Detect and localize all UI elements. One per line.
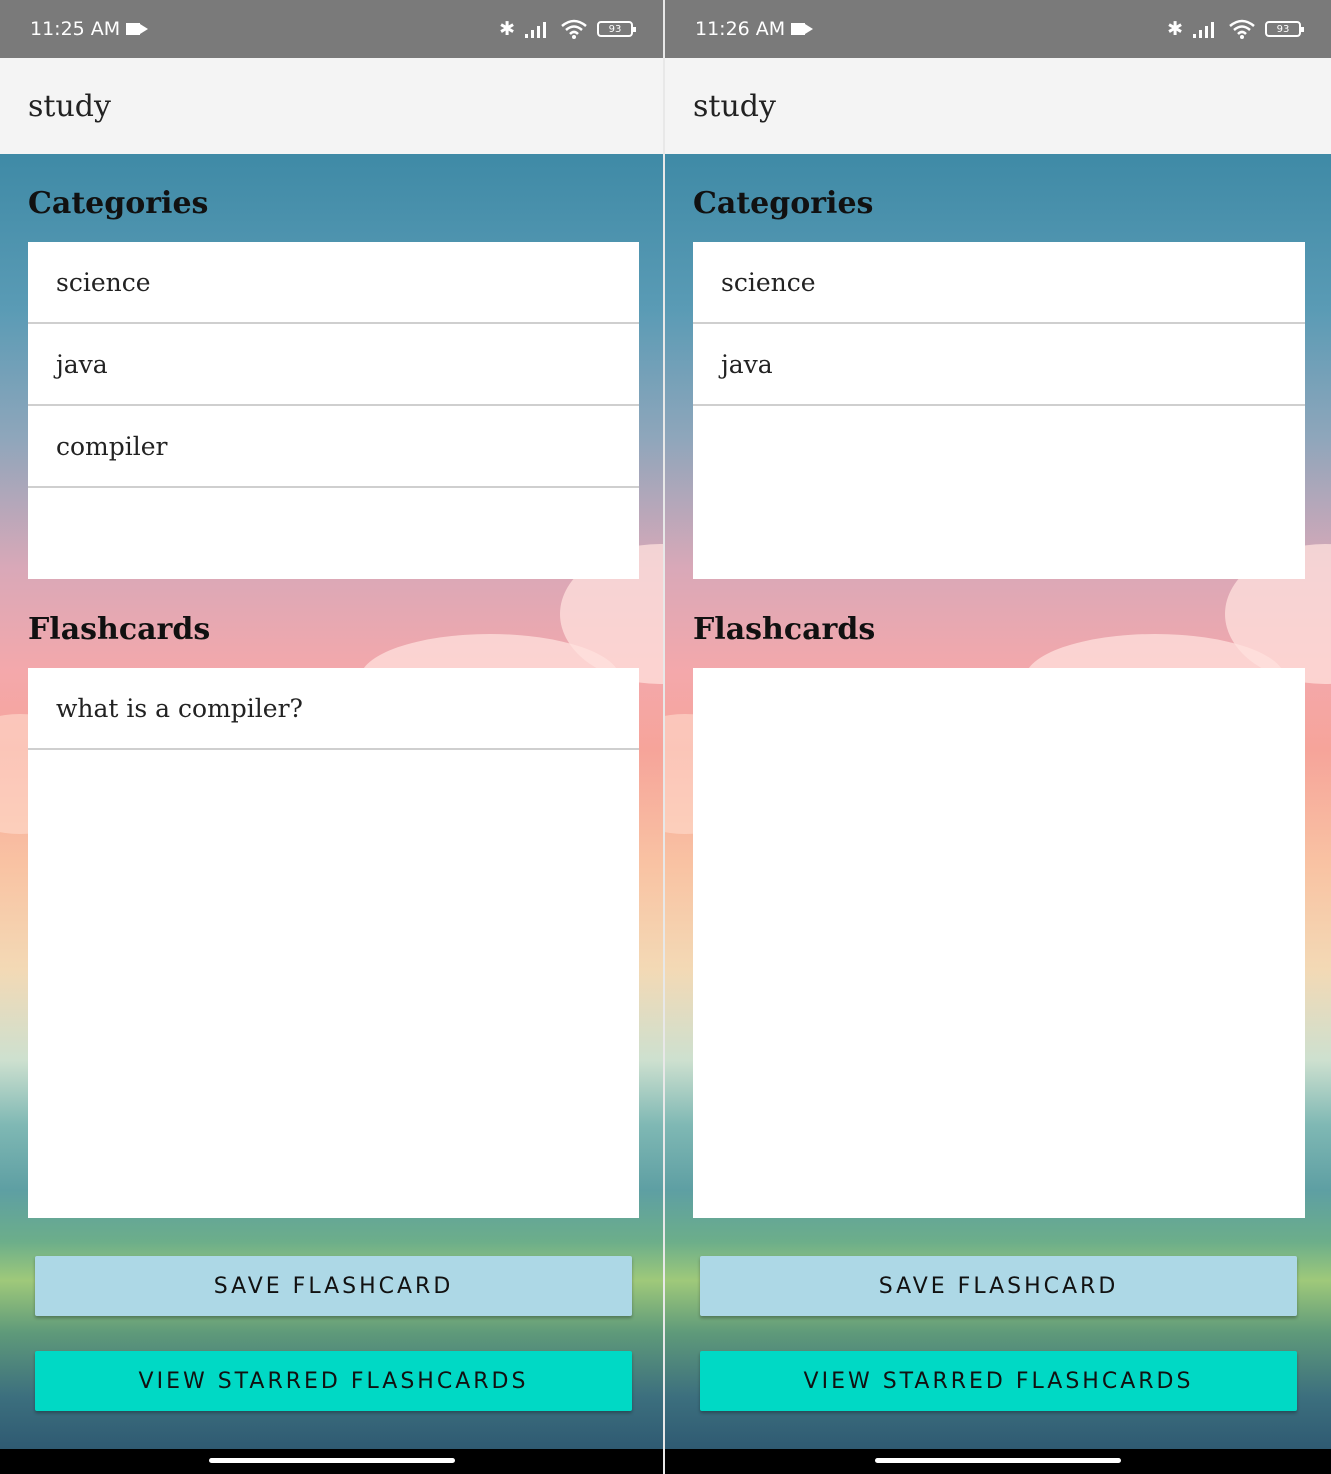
flashcards-heading: Flashcards	[693, 612, 876, 647]
category-item-java[interactable]: java	[693, 324, 1305, 406]
save-flashcard-button[interactable]: SAVE FLASHCARD	[700, 1256, 1297, 1316]
view-starred-flashcards-button[interactable]: VIEW STARRED FLASHCARDS	[35, 1351, 632, 1411]
phone-screen-left: 11:25 AM ✱ 93 study Categories science j…	[0, 0, 663, 1474]
view-starred-flashcards-button[interactable]: VIEW STARRED FLASHCARDS	[700, 1351, 1297, 1411]
categories-list: science java	[693, 242, 1305, 579]
category-item-science[interactable]: science	[693, 242, 1305, 324]
status-ampm: AM	[755, 18, 786, 40]
video-camera-icon	[126, 23, 149, 35]
video-camera-icon	[791, 23, 814, 35]
categories-list: science java compiler	[28, 242, 639, 579]
flashcards-heading: Flashcards	[28, 612, 211, 647]
status-ampm: AM	[90, 18, 121, 40]
bluetooth-icon: ✱	[499, 18, 515, 40]
status-time: 11:26	[695, 18, 750, 40]
battery-icon: 93	[597, 21, 636, 37]
battery-level: 93	[1276, 23, 1290, 35]
save-flashcard-button[interactable]: SAVE FLASHCARD	[35, 1256, 632, 1316]
app-title: study	[693, 88, 776, 124]
app-bar: study	[0, 58, 663, 154]
home-gesture-handle[interactable]	[208, 1458, 455, 1463]
app-title: study	[28, 88, 111, 124]
status-time: 11:25	[30, 18, 85, 40]
signal-icon	[1193, 22, 1214, 38]
signal-icon	[525, 22, 546, 38]
category-item-science[interactable]: science	[28, 242, 639, 324]
categories-heading: Categories	[693, 186, 874, 221]
bluetooth-icon: ✱	[1167, 18, 1183, 40]
phone-screen-right: 11:26 AM ✱ 93 study Categories science j…	[665, 0, 1331, 1474]
navigation-bar	[665, 1449, 1331, 1474]
wifi-icon	[561, 19, 587, 39]
flashcard-item[interactable]: what is a compiler?	[28, 668, 639, 750]
flashcards-list: what is a compiler?	[28, 668, 639, 1218]
battery-level: 93	[608, 23, 622, 35]
wifi-icon	[1229, 19, 1255, 39]
navigation-bar	[0, 1449, 663, 1474]
battery-icon: 93	[1265, 21, 1304, 37]
home-gesture-handle[interactable]	[875, 1458, 1121, 1463]
flashcards-list	[693, 668, 1305, 1218]
category-item-java[interactable]: java	[28, 324, 639, 406]
app-bar: study	[665, 58, 1331, 154]
category-item-compiler[interactable]: compiler	[28, 406, 639, 488]
categories-heading: Categories	[28, 186, 209, 221]
status-bar: 11:25 AM ✱ 93	[0, 0, 663, 58]
status-bar: 11:26 AM ✱ 93	[665, 0, 1331, 58]
